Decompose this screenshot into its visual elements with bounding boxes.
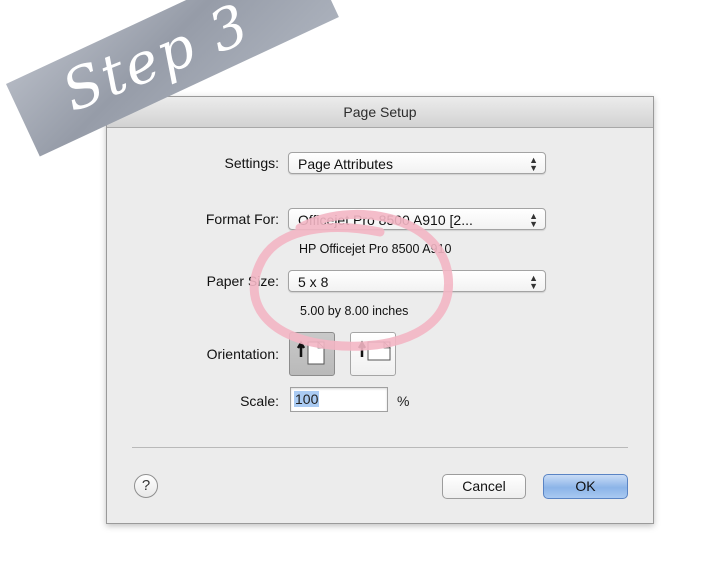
cancel-button[interactable]: Cancel <box>442 474 526 499</box>
chevron-up-down-icon: ▲ ▼ <box>529 273 538 291</box>
paper-size-dimensions: 5.00 by 8.00 inches <box>300 304 409 318</box>
portrait-orientation-icon <box>296 340 325 365</box>
settings-popup-value: Page Attributes <box>298 156 393 172</box>
orientation-label: Orientation: <box>206 346 279 362</box>
chevron-up-down-icon: ▲ ▼ <box>529 211 538 229</box>
ok-button[interactable]: OK <box>543 474 628 499</box>
paper-size-label: Paper Size: <box>206 273 279 289</box>
chevron-up-down-icon: ▲ ▼ <box>529 155 538 173</box>
orientation-portrait-button[interactable] <box>289 332 335 376</box>
format-for-printer-name: HP Officejet Pro 8500 A910 <box>299 242 452 256</box>
format-for-popup[interactable]: Officejet Pro 8500 A910 [2... ▲ ▼ <box>288 208 546 230</box>
settings-label: Settings: <box>224 155 279 171</box>
paper-size-popup-value: 5 x 8 <box>298 274 329 290</box>
scale-unit: % <box>397 393 410 409</box>
divider <box>132 447 628 448</box>
settings-popup[interactable]: Page Attributes ▲ ▼ <box>288 152 546 174</box>
dialog-title: Page Setup <box>107 97 653 128</box>
help-button[interactable]: ? <box>134 474 158 498</box>
scale-label: Scale: <box>240 393 279 409</box>
page-setup-dialog: Page Setup Settings: Page Attributes ▲ ▼ … <box>106 96 654 524</box>
scale-input-value: 100 <box>294 391 320 407</box>
paper-size-popup[interactable]: 5 x 8 ▲ ▼ <box>288 270 546 292</box>
scale-input[interactable]: 100 <box>290 387 388 412</box>
landscape-orientation-icon <box>357 340 391 361</box>
format-for-popup-value: Officejet Pro 8500 A910 [2... <box>298 212 473 228</box>
orientation-landscape-button[interactable] <box>350 332 396 376</box>
format-for-label: Format For: <box>205 211 279 227</box>
